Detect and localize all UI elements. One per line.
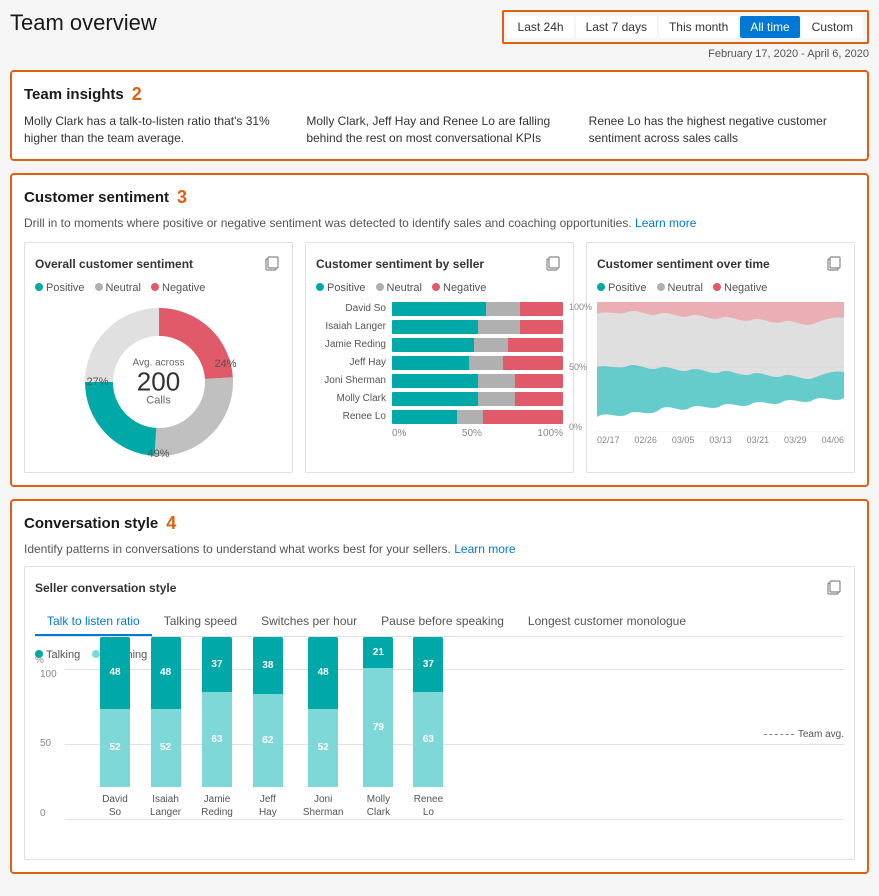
seller-sentiment-card: Customer sentiment by seller Positive Ne… — [305, 242, 574, 473]
copy-seller-icon[interactable] — [543, 253, 563, 276]
insight-item-1: Molly Clark, Jeff Hay and Renee Lo are f… — [306, 113, 572, 147]
time-sentiment-title: Customer sentiment over time — [597, 253, 844, 276]
time-btn-7d[interactable]: Last 7 days — [576, 16, 657, 38]
seller-bar-row: Joni Sherman — [316, 374, 563, 388]
seller-axis: 0% 50% 100% — [316, 428, 563, 439]
copy-conv-icon[interactable] — [824, 577, 844, 600]
seller-col-david-so: 4852David So — [100, 637, 130, 819]
conv-card: Seller conversation style Talk to listen… — [24, 566, 855, 860]
header-right: Last 24h Last 7 days This month All time… — [502, 10, 869, 60]
conv-card-title: Seller conversation style — [35, 577, 844, 600]
time-chart-area: 02/17 02/26 03/05 03/13 03/21 03/29 04/0… — [597, 302, 844, 445]
time-legend: Positive Neutral Negative — [597, 282, 844, 294]
seller-col-jeff-hay: 3862Jeff Hay — [253, 637, 283, 819]
time-btn-24h[interactable]: Last 24h — [508, 16, 574, 38]
seller-bar-row: Jamie Reding — [316, 338, 563, 352]
time-x-axis: 02/17 02/26 03/05 03/13 03/21 03/29 04/0… — [597, 435, 844, 445]
pct-positive: 24% — [214, 358, 236, 370]
seller-col-isaiah-langer: 4852Isaiah Langer — [150, 637, 181, 819]
seller-bar-row: David So — [316, 302, 563, 316]
seller-legend: Positive Neutral Negative — [316, 282, 563, 294]
tabs-bar: Talk to listen ratioTalking speedSwitche… — [35, 608, 844, 637]
customer-sentiment-title: Customer sentiment 3 — [24, 187, 855, 208]
seller-bars: David So Isaiah Langer Jamie Reding Jeff Ha… — [316, 302, 563, 424]
insights-grid: Molly Clark has a talk-to-listen ratio t… — [24, 113, 855, 147]
y-axis-label: % — [35, 655, 44, 666]
copy-time-icon[interactable] — [824, 253, 844, 276]
page-title: Team overview — [10, 10, 157, 36]
customer-sentiment-section: Customer sentiment 3 Drill in to moments… — [10, 173, 869, 487]
team-insights-title: Team insights 2 — [24, 84, 855, 105]
conv-y-axis: 100 50 0 — [40, 669, 57, 819]
team-avg-indicator: Team avg. — [764, 729, 844, 740]
seller-bar-row: Molly Clark — [316, 392, 563, 406]
pct-negative: 49% — [147, 448, 169, 460]
learn-more-conv[interactable]: Learn more — [454, 542, 515, 556]
seller-bar-row: Isaiah Langer — [316, 320, 563, 334]
sellers-chart: 4852David So4852Isaiah Langer3763Jamie R… — [70, 669, 844, 819]
team-avg-label: Team avg. — [798, 729, 844, 740]
overall-sentiment-title: Overall customer sentiment — [35, 253, 282, 276]
seller-col-joni-sherman: 4852Joni Sherman — [303, 637, 344, 819]
time-btn-custom[interactable]: Custom — [802, 16, 863, 38]
charts-grid: Overall customer sentiment Positive Neut… — [24, 242, 855, 473]
donut-center: Avg. across 200 Calls — [132, 357, 184, 406]
insight-item-0: Molly Clark has a talk-to-listen ratio t… — [24, 113, 290, 147]
tab-item-switches-per-hour[interactable]: Switches per hour — [249, 608, 369, 636]
date-range: February 17, 2020 - April 6, 2020 — [708, 48, 869, 60]
seller-col-jamie-reding: 3763Jamie Reding — [201, 637, 233, 819]
seller-bar-row: Renee Lo — [316, 410, 563, 424]
time-sentiment-card: Customer sentiment over time Positive Ne… — [586, 242, 855, 473]
tab-item-pause-before-speaking[interactable]: Pause before speaking — [369, 608, 516, 636]
donut-chart: Avg. across 200 Calls 27% 24% 49% — [79, 302, 239, 462]
conversation-style-title: Conversation style 4 — [24, 513, 855, 534]
tab-item-talking-speed[interactable]: Talking speed — [152, 608, 249, 636]
copy-overall-icon[interactable] — [262, 253, 282, 276]
seller-sentiment-title: Customer sentiment by seller — [316, 253, 563, 276]
time-btn-alltime[interactable]: All time — [740, 16, 799, 38]
seller-col-molly-clark: 2179Molly Clark — [363, 637, 393, 819]
conv-chart-area: % 100 50 0 4852David So4852Isaiah Langer… — [35, 669, 844, 849]
learn-more-sentiment[interactable]: Learn more — [635, 216, 696, 230]
sentiment-intro: Drill in to moments where positive or ne… — [24, 216, 855, 230]
time-btn-month[interactable]: This month — [659, 16, 738, 38]
seller-col-renee-lo: 3763Renee Lo — [413, 637, 443, 819]
insight-item-2: Renee Lo has the highest negative custom… — [589, 113, 855, 147]
tab-item-talk-to-listen-ratio[interactable]: Talk to listen ratio — [35, 608, 152, 636]
seller-bar-row: Jeff Hay — [316, 356, 563, 370]
time-filter-box: Last 24h Last 7 days This month All time… — [502, 10, 869, 44]
overall-sentiment-card: Overall customer sentiment Positive Neut… — [24, 242, 293, 473]
pct-neutral: 27% — [87, 376, 109, 388]
tab-item-longest-customer-monologue[interactable]: Longest customer monologue — [516, 608, 698, 636]
conversation-style-section: Conversation style 4 Identify patterns i… — [10, 499, 869, 874]
team-insights-section: Team insights 2 Molly Clark has a talk-t… — [10, 70, 869, 161]
overall-legend: Positive Neutral Negative — [35, 282, 282, 294]
time-y-axis: 100% 50% 0% — [569, 302, 592, 432]
conversation-style-intro: Identify patterns in conversations to un… — [24, 542, 855, 556]
